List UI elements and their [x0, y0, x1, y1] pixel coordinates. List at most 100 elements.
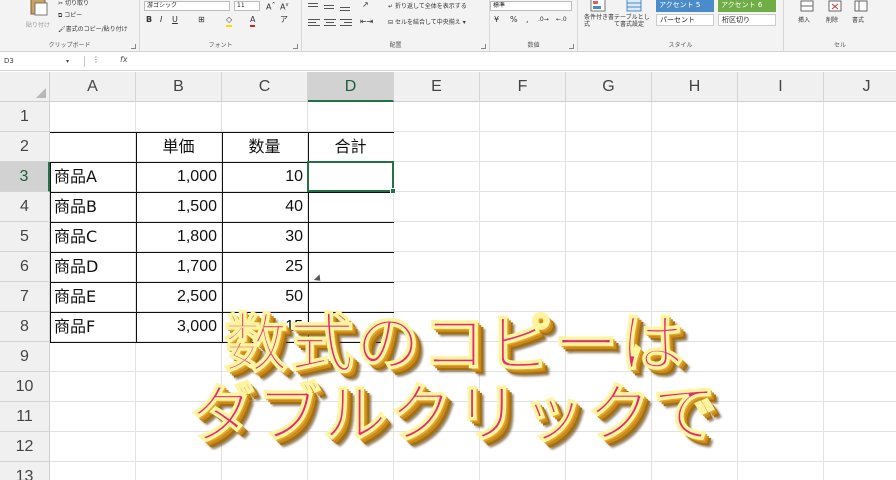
cell-c11[interactable] [222, 402, 308, 432]
row-header-8[interactable]: 8 [0, 312, 50, 342]
cell-g1[interactable] [566, 102, 652, 132]
cell-d4[interactable] [308, 192, 394, 222]
column-header-e[interactable]: E [394, 72, 480, 102]
cell-e6[interactable] [394, 252, 480, 282]
column-header-c[interactable]: C [222, 72, 308, 102]
cancel-icon[interactable]: ⋮ [92, 55, 100, 64]
cell-e5[interactable] [394, 222, 480, 252]
row-header-5[interactable]: 5 [0, 222, 50, 252]
cell-f13[interactable] [480, 462, 566, 480]
orientation-icon[interactable]: ↗ [362, 0, 369, 10]
cell-g12[interactable] [566, 432, 652, 462]
cell-e12[interactable] [394, 432, 480, 462]
cell-f2[interactable] [480, 132, 566, 162]
cell-i9[interactable] [738, 342, 824, 372]
number-dialog-launcher[interactable] [569, 44, 574, 49]
cell-j1[interactable] [824, 102, 896, 132]
cut-button[interactable]: ✂ 切り取り [58, 0, 89, 7]
cell-h9[interactable] [652, 342, 738, 372]
align-bottom-icon[interactable] [340, 3, 350, 11]
cell-j7[interactable] [824, 282, 896, 312]
cell-h10[interactable] [652, 372, 738, 402]
cell-d1[interactable] [308, 102, 394, 132]
align-center-icon[interactable] [324, 19, 336, 27]
name-box[interactable]: D3 ▾ [2, 55, 78, 68]
cell-d10[interactable] [308, 372, 394, 402]
cell-h4[interactable] [652, 192, 738, 222]
cell-h8[interactable] [652, 312, 738, 342]
cell-e1[interactable] [394, 102, 480, 132]
cell-j6[interactable] [824, 252, 896, 282]
cell-c6[interactable]: 25 [222, 252, 308, 282]
cell-b1[interactable] [136, 102, 222, 132]
column-header-b[interactable]: B [136, 72, 222, 102]
cell-f11[interactable] [480, 402, 566, 432]
paste-button[interactable]: 貼り付け [26, 0, 52, 30]
cell-e8[interactable] [394, 312, 480, 342]
cell-j11[interactable] [824, 402, 896, 432]
cell-b7[interactable]: 2,500 [136, 282, 222, 312]
currency-icon[interactable]: ¥ [494, 15, 499, 25]
cell-e2[interactable] [394, 132, 480, 162]
cell-j2[interactable] [824, 132, 896, 162]
cell-c8[interactable]: 15 [222, 312, 308, 342]
conditional-format-button[interactable]: 条件付き書式 [584, 0, 614, 34]
cell-j10[interactable] [824, 372, 896, 402]
cell-j3[interactable] [824, 162, 896, 192]
cell-b10[interactable] [136, 372, 222, 402]
delete-button[interactable]: 削除 [824, 0, 846, 30]
cell-g5[interactable] [566, 222, 652, 252]
cell-a4[interactable]: 商品B [50, 192, 136, 222]
column-header-h[interactable]: H [652, 72, 738, 102]
style-accent5[interactable]: アクセント 5 [656, 0, 714, 12]
cell-i1[interactable] [738, 102, 824, 132]
cell-i12[interactable] [738, 432, 824, 462]
row-header-3[interactable]: 3 [0, 162, 50, 192]
cell-i7[interactable] [738, 282, 824, 312]
align-top-icon[interactable] [308, 3, 318, 11]
cell-b6[interactable]: 1,700 [136, 252, 222, 282]
cell-d9[interactable] [308, 342, 394, 372]
format-button[interactable]: 書式 [850, 0, 872, 30]
column-header-a[interactable]: A [50, 72, 136, 102]
cell-c3[interactable]: 10 [222, 162, 308, 192]
cell-a6[interactable]: 商品D [50, 252, 136, 282]
row-header-6[interactable]: 6 [0, 252, 50, 282]
decimal-decrease-icon[interactable]: ←.0 [556, 15, 567, 25]
cell-b9[interactable] [136, 342, 222, 372]
cell-h1[interactable] [652, 102, 738, 132]
insert-button[interactable]: 挿入 [796, 0, 818, 30]
row-header-7[interactable]: 7 [0, 282, 50, 312]
cell-f9[interactable] [480, 342, 566, 372]
wrap-text-button[interactable]: ↵ 折り返して全体を表示する [388, 1, 467, 10]
cell-f5[interactable] [480, 222, 566, 252]
cell-h13[interactable] [652, 462, 738, 480]
cell-g3[interactable] [566, 162, 652, 192]
alignment-dialog-launcher[interactable] [481, 44, 486, 49]
cell-g4[interactable] [566, 192, 652, 222]
cell-g13[interactable] [566, 462, 652, 480]
cell-j13[interactable] [824, 462, 896, 480]
row-header-10[interactable]: 10 [0, 372, 50, 402]
cell-a1[interactable] [50, 102, 136, 132]
cell-g6[interactable] [566, 252, 652, 282]
align-left-icon[interactable] [308, 19, 320, 27]
cell-j12[interactable] [824, 432, 896, 462]
cell-f8[interactable] [480, 312, 566, 342]
fill-color-icon[interactable]: ◇ [226, 15, 233, 27]
cell-j5[interactable] [824, 222, 896, 252]
copy-button[interactable]: ⧉ コピー [58, 10, 82, 20]
cell-a7[interactable]: 商品E [50, 282, 136, 312]
cell-d2[interactable]: 合計 [308, 132, 394, 162]
cell-c12[interactable] [222, 432, 308, 462]
cell-g7[interactable] [566, 282, 652, 312]
cell-a10[interactable] [50, 372, 136, 402]
cell-f6[interactable] [480, 252, 566, 282]
font-name-select[interactable]: 游ゴシック [144, 1, 230, 11]
cell-c10[interactable] [222, 372, 308, 402]
cell-d11[interactable] [308, 402, 394, 432]
merge-center-button[interactable]: ⊟ セルを結合して中央揃え ▾ [388, 17, 466, 26]
cell-c13[interactable] [222, 462, 308, 480]
cell-b11[interactable] [136, 402, 222, 432]
percent-icon[interactable]: % [510, 15, 518, 25]
